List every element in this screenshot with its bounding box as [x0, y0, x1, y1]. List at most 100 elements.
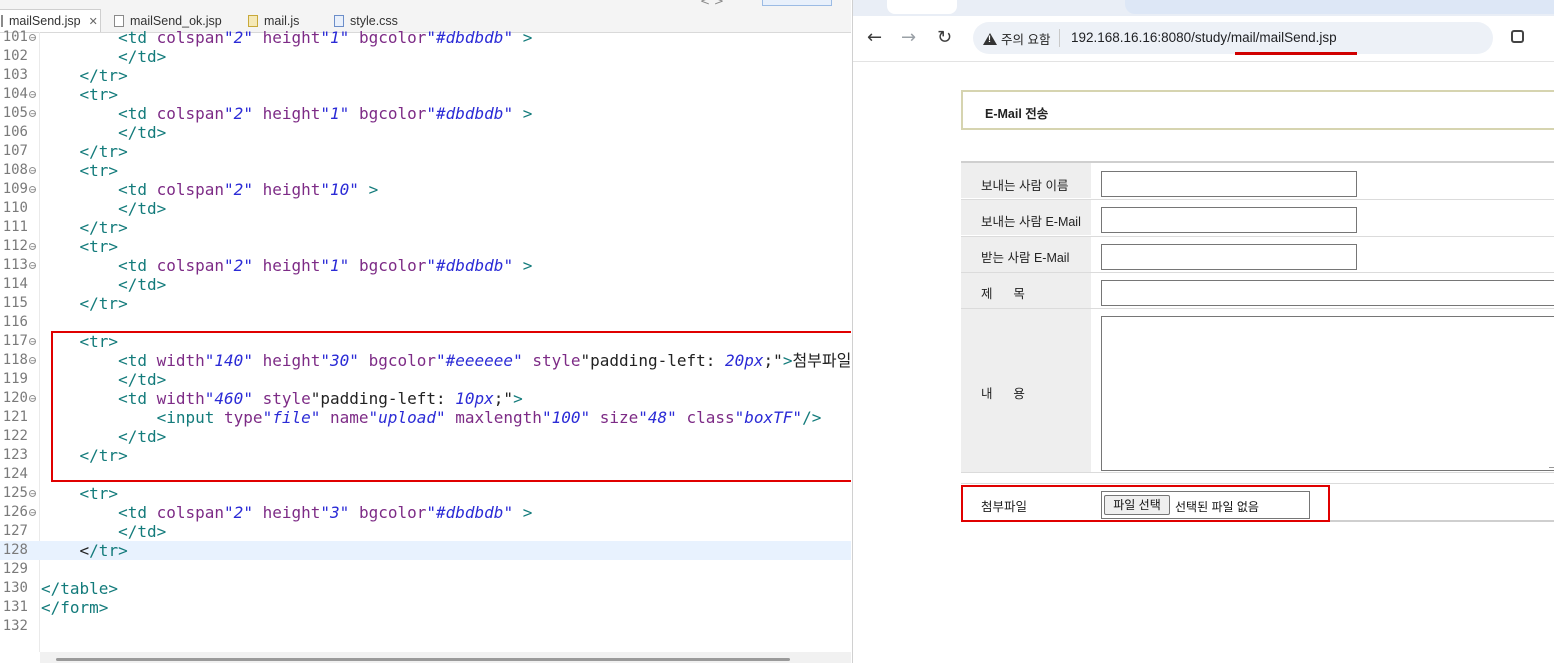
code-text: <tr> [41, 237, 119, 256]
content-label: 내 용 [981, 387, 1025, 401]
address-bar[interactable]: 주의 요함 192.168.16.16:8080/study/mail/mail… [973, 22, 1493, 54]
receiver-email-input[interactable] [1101, 244, 1357, 270]
code-line[interactable]: 116 [0, 313, 851, 332]
fold-toggle-icon[interactable]: − [29, 395, 36, 403]
code-line[interactable]: 131 </form> [0, 598, 851, 617]
code-token: "10" [320, 180, 359, 199]
code-line[interactable]: 127 </td> [0, 522, 851, 541]
security-warning[interactable]: 주의 요함 [983, 29, 1050, 48]
jsp-file-icon [1, 15, 3, 27]
code-text: </td> [41, 123, 166, 142]
js-file-icon [248, 14, 258, 27]
code-token: "1" [320, 256, 350, 275]
code-line[interactable]: 132 [0, 617, 851, 636]
forward-icon[interactable]: → [901, 28, 916, 48]
fold-toggle-icon[interactable]: − [29, 91, 36, 99]
toolbar-search-field[interactable] [762, 0, 832, 6]
page-content: E-Mail 전송 보내는 사람 이름 보내는 사람 E-Mail 받는 사람 … [853, 62, 1554, 663]
fold-toggle-icon[interactable]: − [29, 186, 36, 194]
fold-toggle-icon[interactable]: − [29, 338, 36, 346]
sender-email-input[interactable] [1101, 207, 1357, 233]
code-token: /tr> [89, 541, 128, 560]
browser-tab-area[interactable] [1125, 0, 1554, 14]
code-token: </td> [118, 47, 167, 66]
line-number: 101 [2, 29, 28, 45]
code-token: height [262, 104, 321, 123]
code-line[interactable]: 109− <td colspan"2" height"10" > [0, 180, 851, 199]
code-text: </tr> [41, 541, 128, 560]
line-number: 103 [2, 67, 28, 83]
code-token: colspan [156, 28, 225, 47]
code-line[interactable]: 103 </tr> [0, 66, 851, 85]
code-token: "3" [320, 503, 350, 522]
fold-toggle-icon[interactable]: − [29, 110, 36, 118]
code-line[interactable]: 108− <tr> [0, 161, 851, 180]
reload-icon[interactable]: ↻ [937, 28, 952, 48]
code-line[interactable]: 102 </td> [0, 47, 851, 66]
fold-toggle-icon[interactable]: − [29, 34, 36, 42]
fold-toggle-icon[interactable]: − [29, 357, 36, 365]
browser-tab-strip [853, 0, 1554, 16]
line-number: 112 [2, 238, 28, 254]
fold-toggle-icon[interactable]: − [29, 167, 36, 175]
code-line[interactable]: 107 </tr> [0, 142, 851, 161]
jsp-file-icon [114, 14, 124, 27]
subject-input[interactable] [1101, 280, 1554, 306]
code-line[interactable]: 126− <td colspan"2" height"3" bgcolor"#d… [0, 503, 851, 522]
code-token: height [262, 180, 321, 199]
sender-name-input[interactable] [1101, 171, 1357, 197]
line-number: 108 [2, 162, 28, 178]
code-line[interactable]: 111 </tr> [0, 218, 851, 237]
url-underline-annotation [1235, 52, 1357, 55]
code-text: </td> [41, 199, 166, 218]
close-icon[interactable]: ✕ [89, 15, 98, 28]
code-token: colspan [156, 180, 225, 199]
code-token: "1" [320, 104, 350, 123]
code-line[interactable]: 114 </td> [0, 275, 851, 294]
code-token: bgcolor [358, 256, 427, 275]
code-line[interactable]: 104− <tr> [0, 85, 851, 104]
line-number: 128 [2, 542, 28, 558]
code-line[interactable]: 125− <tr> [0, 484, 851, 503]
toolbar-arrows-icon: < > [700, 0, 724, 8]
tab-label: style.css [350, 13, 398, 28]
url-text[interactable]: 192.168.16.16:8080/study/mail/mailSend.j… [1071, 30, 1337, 45]
code-token: "2" [224, 256, 253, 275]
code-token: </tr> [79, 294, 128, 313]
code-line[interactable]: 129 [0, 560, 851, 579]
horizontal-scrollbar-thumb[interactable] [56, 658, 790, 661]
warning-icon [983, 32, 997, 45]
line-number: 109 [2, 181, 28, 197]
code-text: <td colspan"2" height"1" bgcolor"#dbdbdb… [41, 28, 532, 47]
code-line[interactable]: 106 </td> [0, 123, 851, 142]
code-text: <tr> [41, 85, 119, 104]
browser-tab[interactable] [887, 0, 957, 14]
code-line[interactable]: 112− <tr> [0, 237, 851, 256]
resize-handle-icon[interactable] [1549, 459, 1554, 468]
code-text: <tr> [41, 161, 119, 180]
line-number: 125 [2, 485, 28, 501]
url-host: 192.168.16.16:8080 [1071, 30, 1192, 45]
form-title: E-Mail 전송 [985, 107, 1049, 121]
code-line[interactable]: 110 </td> [0, 199, 851, 218]
fold-toggle-icon[interactable]: − [29, 262, 36, 270]
fold-toggle-icon[interactable]: − [29, 490, 36, 498]
code-line[interactable]: 113− <td colspan"2" height"1" bgcolor"#d… [0, 256, 851, 275]
code-line[interactable]: 105− <td colspan"2" height"1" bgcolor"#d… [0, 104, 851, 123]
extensions-icon[interactable] [1511, 30, 1524, 43]
fold-toggle-icon[interactable]: − [29, 509, 36, 517]
code-line[interactable]: 101− <td colspan"2" height"1" bgcolor"#d… [0, 28, 851, 47]
line-number: 115 [2, 295, 28, 311]
code-line[interactable]: 128 </tr> [0, 541, 851, 560]
line-number: 110 [2, 200, 28, 216]
code-line[interactable]: 115 </tr> [0, 294, 851, 313]
back-icon[interactable]: ← [867, 28, 882, 48]
content-textarea[interactable] [1101, 316, 1554, 471]
fold-toggle-icon[interactable]: − [29, 243, 36, 251]
code-token: </td> [118, 275, 167, 294]
code-line[interactable]: 130 </table> [0, 579, 851, 598]
code-token: bgcolor [358, 104, 427, 123]
highlight-box-browser [961, 485, 1330, 522]
line-number: 129 [2, 561, 28, 577]
code-token: "2" [224, 104, 253, 123]
